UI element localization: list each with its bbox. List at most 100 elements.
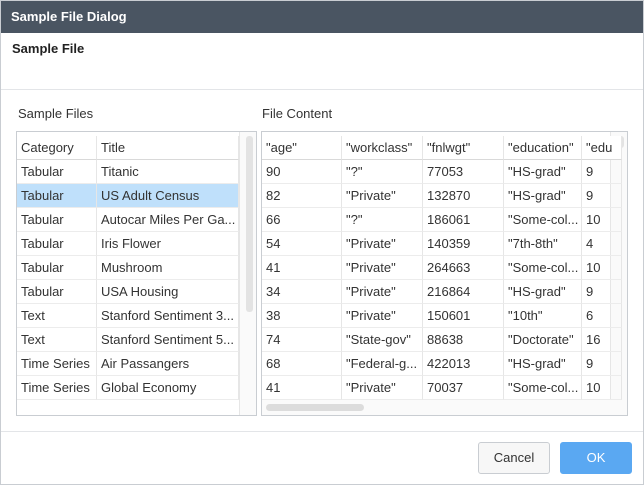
file-content-cell: "Some-col... [504, 208, 582, 232]
file-content-cell: 41 [262, 256, 342, 280]
file-content-grid[interactable]: "age" "workclass" "fnlwgt" "education" "edu 9… [261, 131, 628, 416]
column-header[interactable]: "edu [582, 136, 622, 160]
sample-file-cell: Tabular [17, 184, 97, 208]
file-content-row[interactable]: 90 "?" 77053 "HS-grad" 9 [262, 160, 622, 184]
ok-button[interactable]: OK [560, 442, 632, 474]
column-header[interactable]: "fnlwgt" [423, 136, 504, 160]
file-content-hscroll-thumb[interactable] [266, 404, 364, 411]
sample-file-cell: Tabular [17, 256, 97, 280]
file-content-cell: "Private" [342, 256, 423, 280]
file-content-cell: 68 [262, 352, 342, 376]
column-header[interactable]: "workclass" [342, 136, 423, 160]
file-content-cell: 10 [582, 376, 622, 400]
sample-file-cell: Stanford Sentiment 5... [97, 328, 239, 352]
header-divider [1, 89, 643, 90]
sample-file-row[interactable]: Tabular Titanic [17, 160, 239, 184]
sample-file-cell: Time Series [17, 352, 97, 376]
sample-files-scrollbar[interactable] [239, 132, 256, 415]
file-content-cell: "Doctorate" [504, 328, 582, 352]
dialog-subtitle: Sample File [12, 41, 85, 56]
file-content-cell: 216864 [423, 280, 504, 304]
footer-divider [1, 431, 643, 432]
dialog-title: Sample File Dialog [1, 1, 643, 33]
sample-file-cell: Autocar Miles Per Ga... [97, 208, 239, 232]
sample-file-cell: Global Economy [97, 376, 239, 400]
sample-file-row[interactable]: Tabular USA Housing [17, 280, 239, 304]
sample-file-row[interactable]: Text Stanford Sentiment 3... [17, 304, 239, 328]
file-content-cell: 10 [582, 256, 622, 280]
file-content-label: File Content [262, 106, 333, 121]
file-content-row[interactable]: 74 "State-gov" 88638 "Doctorate" 16 [262, 328, 622, 352]
sample-file-row[interactable]: Text Stanford Sentiment 5... [17, 328, 239, 352]
file-content-cell: "HS-grad" [504, 160, 582, 184]
sample-file-cell: Tabular [17, 232, 97, 256]
file-content-row[interactable]: 82 "Private" 132870 "HS-grad" 9 [262, 184, 622, 208]
file-content-cell: "Federal-g... [342, 352, 423, 376]
sample-file-cell: Text [17, 328, 97, 352]
sample-file-cell: Stanford Sentiment 3... [97, 304, 239, 328]
file-content-cell: 264663 [423, 256, 504, 280]
file-content-cell: "10th" [504, 304, 582, 328]
file-content-cell: 54 [262, 232, 342, 256]
file-content-cell: "Private" [342, 280, 423, 304]
sample-files-grid[interactable]: Category Title Tabular Titanic Tabular US Adu… [16, 131, 257, 416]
file-content-cell: 77053 [423, 160, 504, 184]
file-content-row[interactable]: 68 "Federal-g... 422013 "HS-grad" 9 [262, 352, 622, 376]
sample-files-scroll-thumb[interactable] [246, 136, 253, 312]
file-content-cell: 9 [582, 280, 622, 304]
file-content-row[interactable]: 38 "Private" 150601 "10th" 6 [262, 304, 622, 328]
column-header[interactable]: "education" [504, 136, 582, 160]
file-content-cell: "Private" [342, 304, 423, 328]
file-content-hscrollbar[interactable] [262, 400, 627, 415]
sample-file-cell: Text [17, 304, 97, 328]
sample-file-row[interactable]: Time Series Global Economy [17, 376, 239, 400]
file-content-cell: 150601 [423, 304, 504, 328]
file-content-cell: 90 [262, 160, 342, 184]
sample-file-cell: Titanic [97, 160, 239, 184]
file-content-cell: "7th-8th" [504, 232, 582, 256]
file-content-cell: 422013 [423, 352, 504, 376]
file-content-cell: 9 [582, 160, 622, 184]
file-content-cell: "Private" [342, 184, 423, 208]
file-content-row[interactable]: 34 "Private" 216864 "HS-grad" 9 [262, 280, 622, 304]
file-content-cell: 16 [582, 328, 622, 352]
file-content-cell: 9 [582, 352, 622, 376]
sample-files-label: Sample Files [18, 106, 94, 121]
column-header[interactable]: Category [17, 136, 97, 160]
sample-files-header-row: Category Title [17, 136, 239, 160]
sample-file-row[interactable]: Tabular Mushroom [17, 256, 239, 280]
sample-file-cell: Tabular [17, 208, 97, 232]
file-content-cell: 82 [262, 184, 342, 208]
sample-file-cell: Air Passangers [97, 352, 239, 376]
cancel-button[interactable]: Cancel [478, 442, 550, 474]
sample-file-cell: Time Series [17, 376, 97, 400]
file-content-cell: 88638 [423, 328, 504, 352]
column-header[interactable]: Title [97, 136, 239, 160]
file-content-cell: "?" [342, 160, 423, 184]
file-content-cell: "HS-grad" [504, 280, 582, 304]
file-content-row[interactable]: 66 "?" 186061 "Some-col... 10 [262, 208, 622, 232]
sample-file-cell: Mushroom [97, 256, 239, 280]
file-content-cell: "Some-col... [504, 256, 582, 280]
file-content-cell: 41 [262, 376, 342, 400]
file-content-row[interactable]: 41 "Private" 264663 "Some-col... 10 [262, 256, 622, 280]
file-content-cell: "HS-grad" [504, 352, 582, 376]
sample-file-row[interactable]: Tabular Autocar Miles Per Ga... [17, 208, 239, 232]
file-content-cell: 4 [582, 232, 622, 256]
file-content-cell: 34 [262, 280, 342, 304]
sample-file-row[interactable]: Time Series Air Passangers [17, 352, 239, 376]
file-content-cell: 70037 [423, 376, 504, 400]
sample-file-row[interactable]: Tabular Iris Flower [17, 232, 239, 256]
file-content-cell: "Private" [342, 232, 423, 256]
file-content-cell: 74 [262, 328, 342, 352]
file-content-header-row: "age" "workclass" "fnlwgt" "education" "edu [262, 136, 622, 160]
file-content-cell: 38 [262, 304, 342, 328]
sample-file-row[interactable]: Tabular US Adult Census [17, 184, 239, 208]
file-content-cell: 6 [582, 304, 622, 328]
file-content-cell: "Some-col... [504, 376, 582, 400]
file-content-row[interactable]: 41 "Private" 70037 "Some-col... 10 [262, 376, 622, 400]
sample-file-cell: Tabular [17, 280, 97, 304]
file-content-row[interactable]: 54 "Private" 140359 "7th-8th" 4 [262, 232, 622, 256]
file-content-cell: 10 [582, 208, 622, 232]
column-header[interactable]: "age" [262, 136, 342, 160]
